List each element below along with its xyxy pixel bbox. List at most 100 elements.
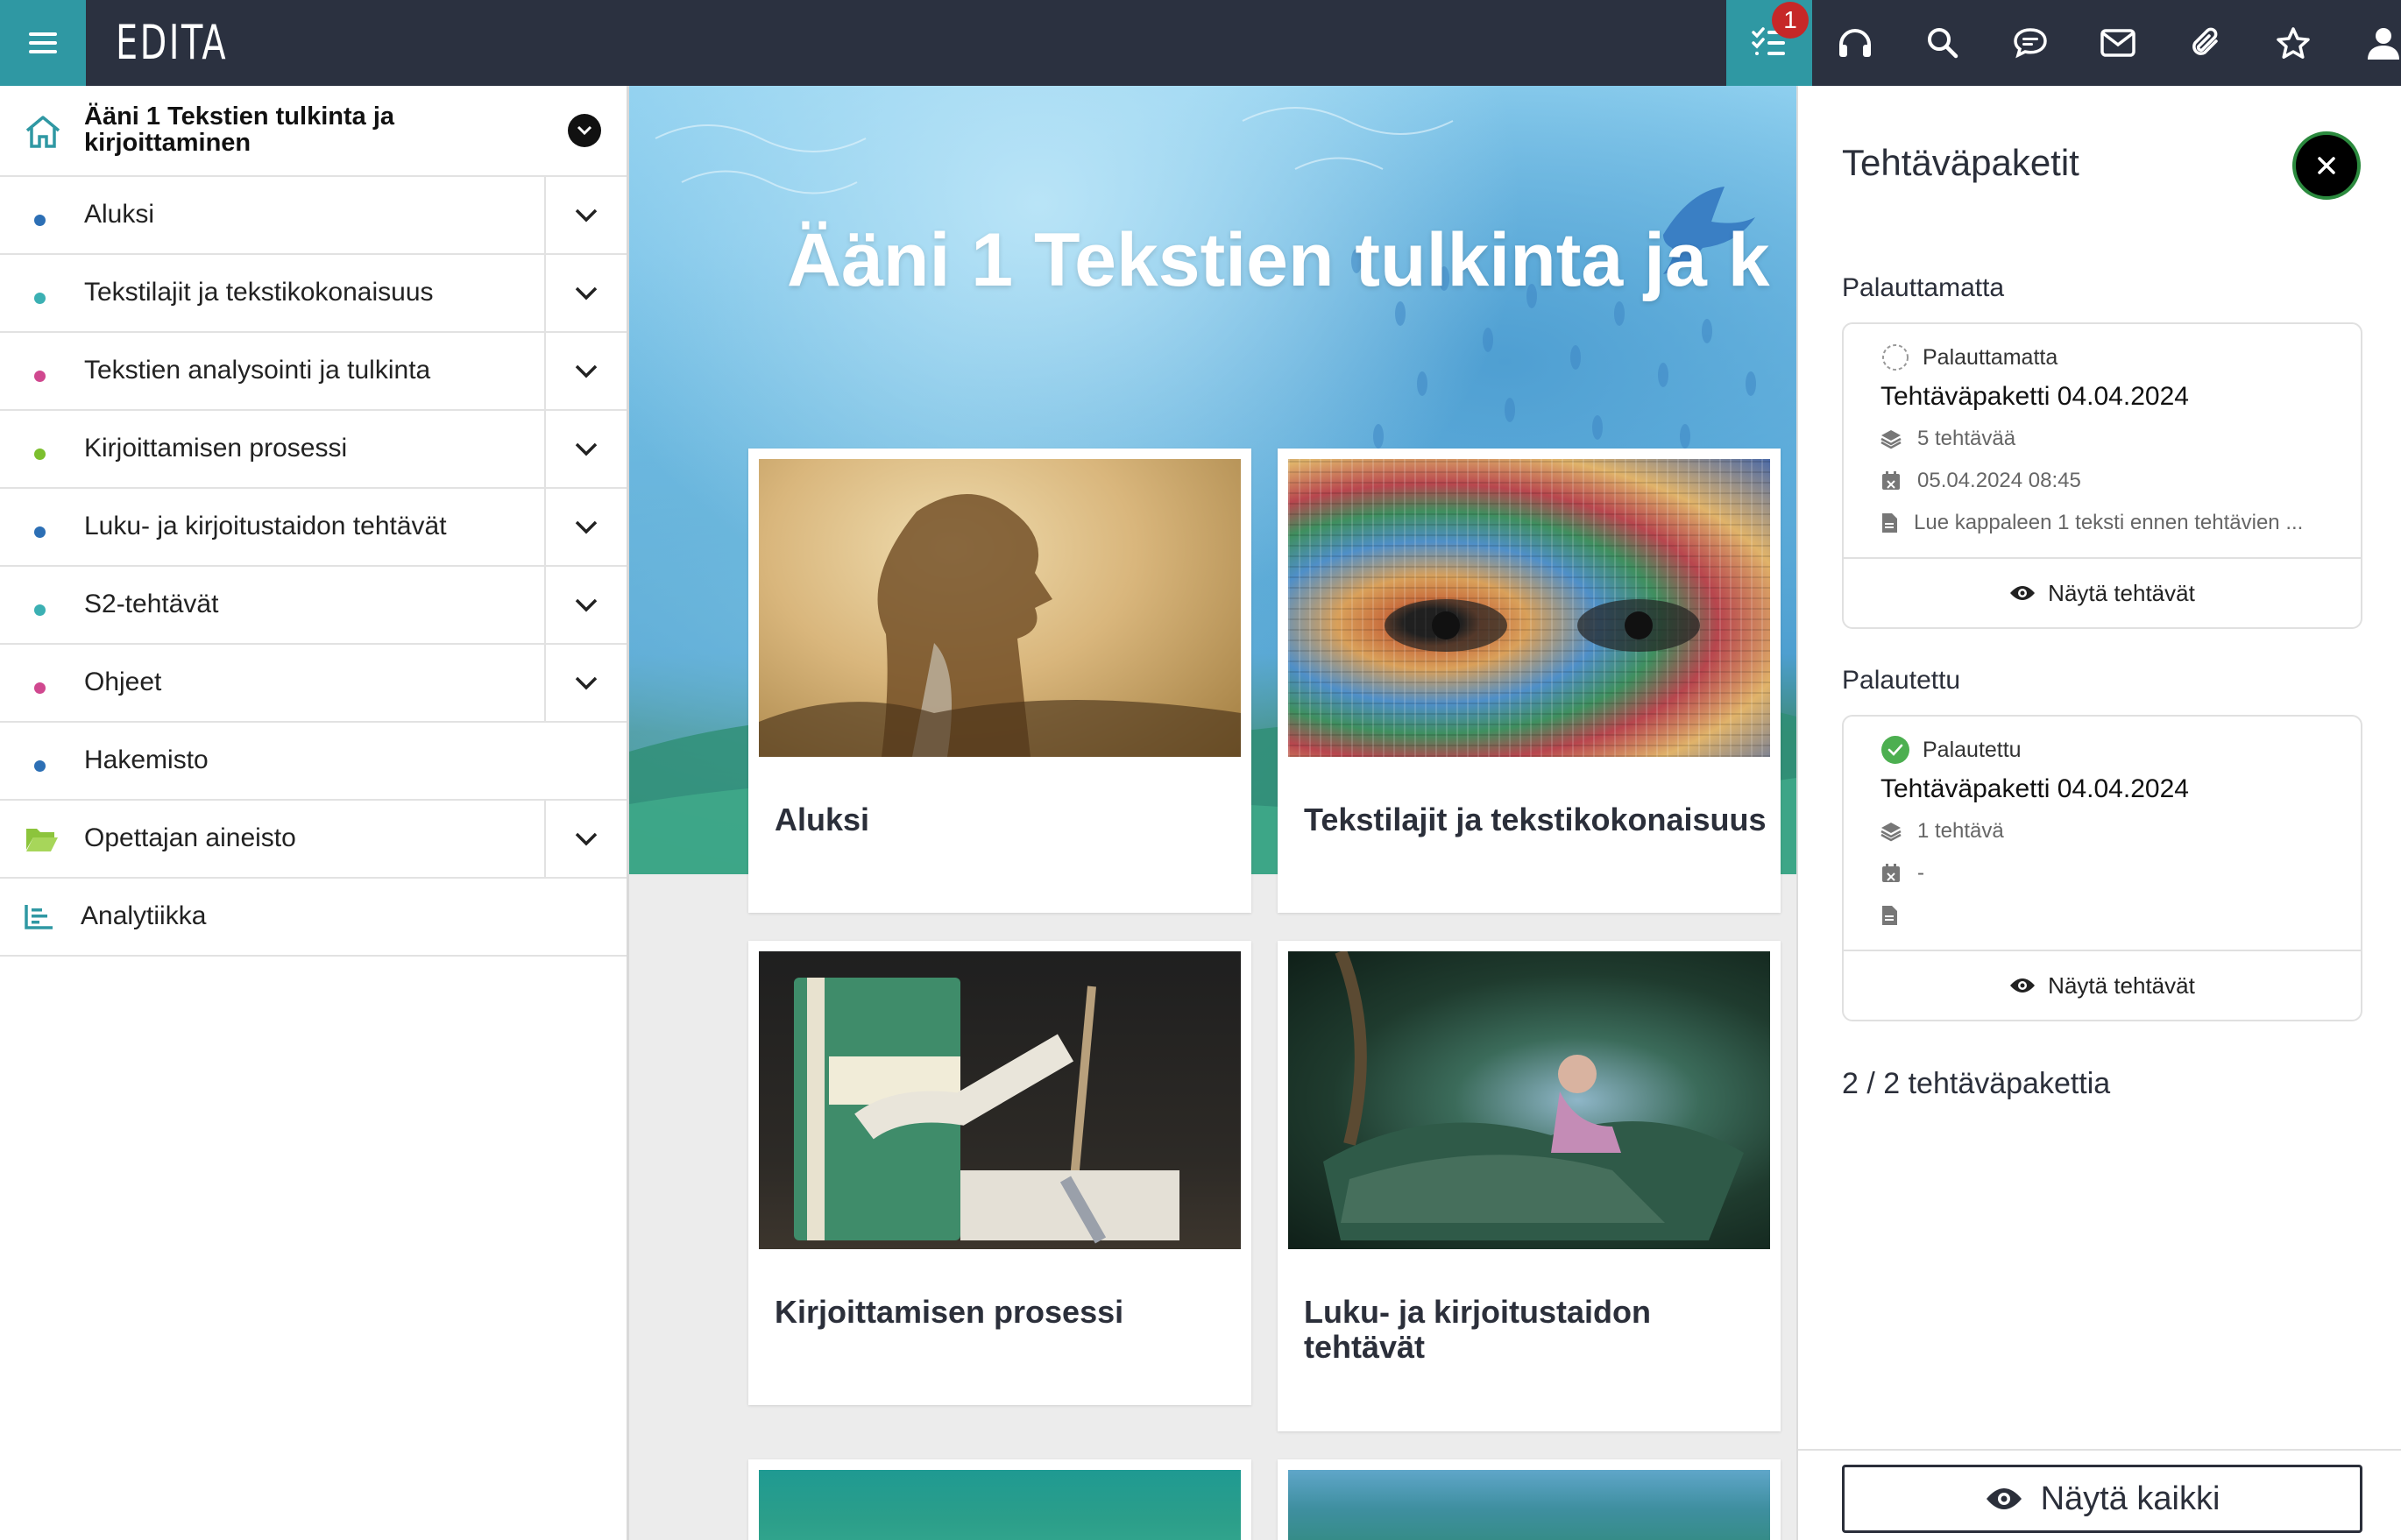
expand-button[interactable] xyxy=(544,567,627,644)
audio-button[interactable] xyxy=(1812,0,1898,86)
sidebar-item-analysointi[interactable]: Tekstien analysointi ja tulkinta xyxy=(0,333,627,411)
section-card-kirjoittamisen-prosessi[interactable]: Kirjoittamisen prosessi xyxy=(748,941,1251,1405)
close-panel-button[interactable] xyxy=(2292,131,2361,200)
package-task-count: 5 tehtävää xyxy=(1880,426,2015,452)
sidebar-item-label: Kirjoittamisen prosessi xyxy=(84,434,348,463)
show-tasks-label: Näytä tehtävät xyxy=(2048,971,2195,999)
section-dot xyxy=(34,526,46,538)
card-image xyxy=(1288,1470,1770,1540)
expand-button[interactable] xyxy=(544,411,627,488)
sidebar-item-hakemisto[interactable]: Hakemisto xyxy=(0,723,627,801)
search-button[interactable] xyxy=(1900,0,1986,86)
card-image xyxy=(759,951,1241,1249)
section-card-luku-ja-kirjoitustaito[interactable]: Luku- ja kirjoitustaidon tehtävät xyxy=(1278,941,1781,1431)
card-image xyxy=(1288,951,1770,1249)
home-icon[interactable] xyxy=(25,114,61,149)
package-task-count-label: 5 tehtävää xyxy=(1917,427,2016,450)
package-description-label: Lue kappaleen 1 teksti ennen tehtävien .… xyxy=(1914,511,2304,534)
section-card-aluksi[interactable]: Aluksi xyxy=(748,449,1251,913)
section-card-partial[interactable] xyxy=(1278,1459,1781,1540)
package-name: Tehtäväpaketti 04.04.2024 xyxy=(1880,774,2189,803)
sidebar-item-tekstilajit[interactable]: Tekstilajit ja tekstikokonaisuus xyxy=(0,255,627,333)
top-bar: EDITA 1 xyxy=(0,0,2401,86)
sidebar-item-ohjeet[interactable]: Ohjeet xyxy=(0,645,627,723)
section-dot xyxy=(34,215,46,226)
app-logo[interactable]: EDITA xyxy=(116,16,228,70)
course-collapse-button[interactable] xyxy=(568,114,601,147)
section-dot xyxy=(34,371,46,382)
chat-icon xyxy=(2014,28,2047,59)
package-due-date: - xyxy=(1880,860,1924,887)
hero-title: Ääni 1 Tekstien tulkinta ja k xyxy=(787,218,1770,302)
card-image xyxy=(759,459,1241,757)
section-card-tekstilajit[interactable]: Tekstilajit ja tekstikokonaisuus xyxy=(1278,449,1781,913)
menu-icon xyxy=(29,32,57,53)
user-icon xyxy=(2368,28,2399,60)
card-title: Luku- ja kirjoitustaidon tehtävät xyxy=(1304,1294,1652,1365)
package-status-label: Palauttamatta xyxy=(1923,344,2058,370)
layers-icon xyxy=(1880,430,1902,449)
sidebar-item-analytiikka[interactable]: Analytiikka xyxy=(0,879,627,957)
show-all-label: Näytä kaikki xyxy=(2040,1480,2220,1517)
expand-button[interactable] xyxy=(544,255,627,332)
chat-button[interactable] xyxy=(1987,0,2073,86)
messages-button[interactable] xyxy=(2075,0,2161,86)
chevron-down-icon xyxy=(575,832,598,846)
section-card-partial[interactable] xyxy=(748,1459,1251,1540)
layers-icon xyxy=(1880,823,1902,842)
sidebar-item-label: Ohjeet xyxy=(84,668,162,696)
expand-button[interactable] xyxy=(544,177,627,254)
star-icon xyxy=(2277,27,2310,59)
calendar-icon xyxy=(1882,471,1900,490)
package-due-date: 05.04.2024 08:45 xyxy=(1880,468,2081,494)
sidebar-item-label: Hakemisto xyxy=(84,745,209,774)
sidebar-item-s2-tehtavat[interactable]: S2-tehtävät xyxy=(0,567,627,645)
menu-button[interactable] xyxy=(0,0,86,86)
chevron-down-icon xyxy=(575,520,598,534)
mail-icon xyxy=(2100,29,2135,57)
section-title-pending: Palauttamatta xyxy=(1842,273,2005,302)
eye-icon xyxy=(2010,586,2036,600)
show-all-button[interactable]: Näytä kaikki xyxy=(1842,1465,2362,1533)
pending-status-icon xyxy=(1882,344,1909,371)
section-title-returned: Palautettu xyxy=(1842,666,1961,695)
panel-title: Tehtäväpaketit xyxy=(1842,142,2079,183)
package-status-label: Palautettu xyxy=(1923,737,2022,762)
section-dot xyxy=(34,682,46,694)
search-icon xyxy=(1928,28,1958,59)
sidebar-item-kirjoittamisen-prosessi[interactable]: Kirjoittamisen prosessi xyxy=(0,411,627,489)
sidebar-nav: Ääni 1 Tekstien tulkinta ja kirjoittamin… xyxy=(0,86,629,1540)
package-task-count-label: 1 tehtävä xyxy=(1917,819,2004,843)
package-name: Tehtäväpaketti 04.04.2024 xyxy=(1880,382,2189,411)
sidebar-item-opettajan-aineisto[interactable]: Opettajan aineisto xyxy=(0,801,627,879)
card-title: Tekstilajit ja tekstikokonaisuus xyxy=(1304,802,1767,837)
expand-button[interactable] xyxy=(544,489,627,566)
headphones-icon xyxy=(1839,29,1871,57)
attachments-button[interactable] xyxy=(2163,0,2249,86)
app-root: EDITA 1 Ääni 1 Tekstien tulkinta ja kirj… xyxy=(0,0,2401,1540)
show-tasks-button[interactable]: Näytä tehtävät xyxy=(1844,950,2361,1020)
task-packages-panel: Tehtäväpaketit Palauttamatta Palauttamat… xyxy=(1796,86,2401,1540)
profile-button[interactable] xyxy=(2338,0,2401,86)
task-packages-button[interactable]: 1 xyxy=(1726,0,1812,86)
task-package-card-returned[interactable]: Palautettu Tehtäväpaketti 04.04.2024 1 t… xyxy=(1842,715,2362,1021)
favorites-button[interactable] xyxy=(2250,0,2336,86)
sidebar-item-aluksi[interactable]: Aluksi xyxy=(0,177,627,255)
package-due-date-label: 05.04.2024 08:45 xyxy=(1917,469,2081,492)
chevron-down-icon xyxy=(575,208,598,223)
calendar-icon xyxy=(1882,864,1900,882)
expand-button[interactable] xyxy=(544,333,627,410)
expand-button[interactable] xyxy=(544,645,627,722)
task-package-card-pending[interactable]: Palauttamatta Tehtäväpaketti 04.04.2024 … xyxy=(1842,322,2362,629)
expand-button[interactable] xyxy=(544,801,627,878)
sidebar-header[interactable]: Ääni 1 Tekstien tulkinta ja kirjoittamin… xyxy=(0,86,627,177)
sidebar-item-luku-ja-kirjoitustaito[interactable]: Luku- ja kirjoitustaidon tehtävät xyxy=(0,489,627,567)
eye-icon xyxy=(1986,1488,2022,1509)
check-circle-icon xyxy=(1881,736,1909,764)
package-status: Palauttamatta xyxy=(1880,342,2057,373)
package-due-date-label: - xyxy=(1917,861,1924,885)
show-tasks-button[interactable]: Näytä tehtävät xyxy=(1844,557,2361,627)
chevron-down-icon xyxy=(577,125,592,136)
package-status: Palautettu xyxy=(1880,734,2022,766)
card-title: Aluksi xyxy=(775,802,870,837)
